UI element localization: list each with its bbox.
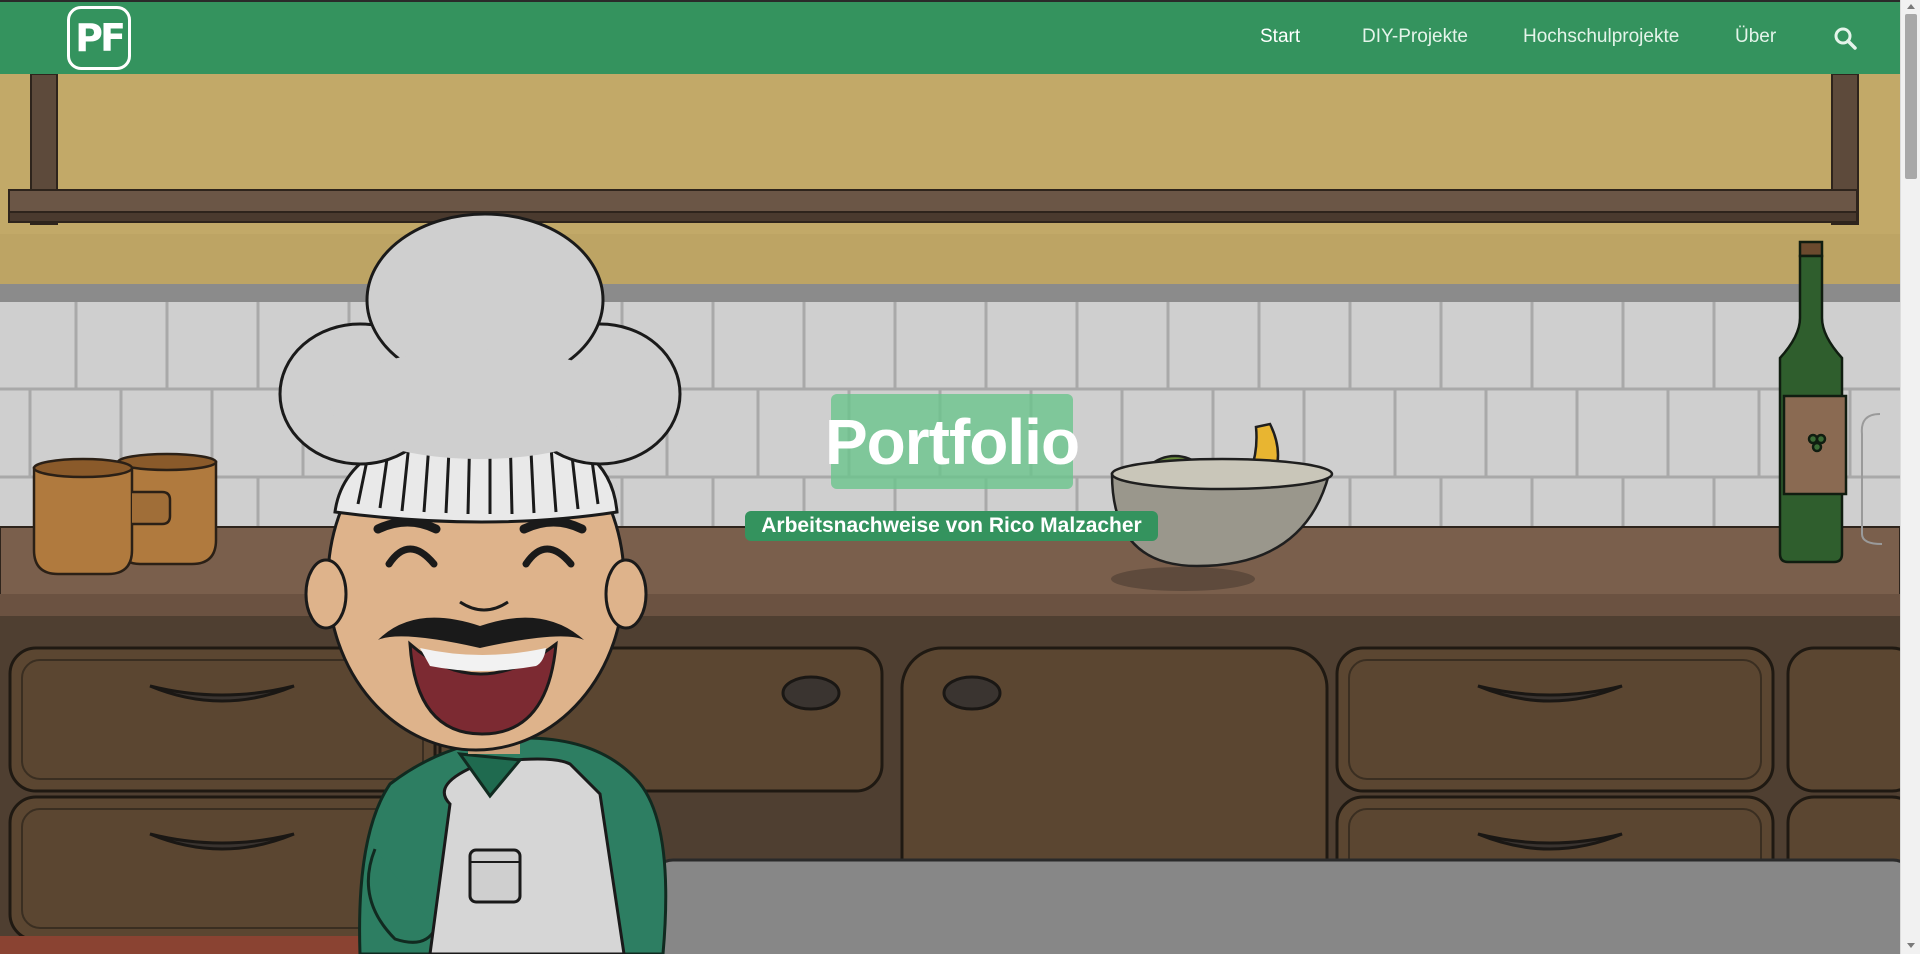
nav-link-hochschulprojekte[interactable]: Hochschulprojekte	[1523, 26, 1679, 48]
mugs	[32, 452, 218, 576]
scroll-down-arrow-icon[interactable]	[1907, 943, 1915, 948]
hero-title-box: Portfolio	[825, 394, 1080, 489]
nav-link-diy-projekte[interactable]: DIY-Projekte	[1362, 26, 1468, 48]
scroll-thumb[interactable]	[1905, 14, 1917, 179]
page-viewport: PF Start DIY-Projekte Hochschulprojekte …	[0, 0, 1900, 954]
site-logo[interactable]: PF	[67, 6, 131, 70]
top-navbar: PF Start DIY-Projekte Hochschulprojekte …	[0, 0, 1900, 74]
vertical-scrollbar[interactable]	[1900, 0, 1920, 954]
search-icon[interactable]	[1833, 26, 1859, 52]
nav-link-ueber[interactable]: Über	[1735, 26, 1776, 48]
hero-section: Portfolio Arbeitsnachweise von Rico Malz…	[0, 74, 1900, 954]
nav-link-start[interactable]: Start	[1260, 26, 1300, 48]
hero-subtitle: Arbeitsnachweise von Rico Malzacher	[761, 514, 1142, 537]
hero-title: Portfolio	[824, 405, 1080, 478]
hero-subtitle-box: Arbeitsnachweise von Rico Malzacher	[745, 511, 1158, 541]
scroll-up-arrow-icon[interactable]	[1907, 4, 1915, 9]
